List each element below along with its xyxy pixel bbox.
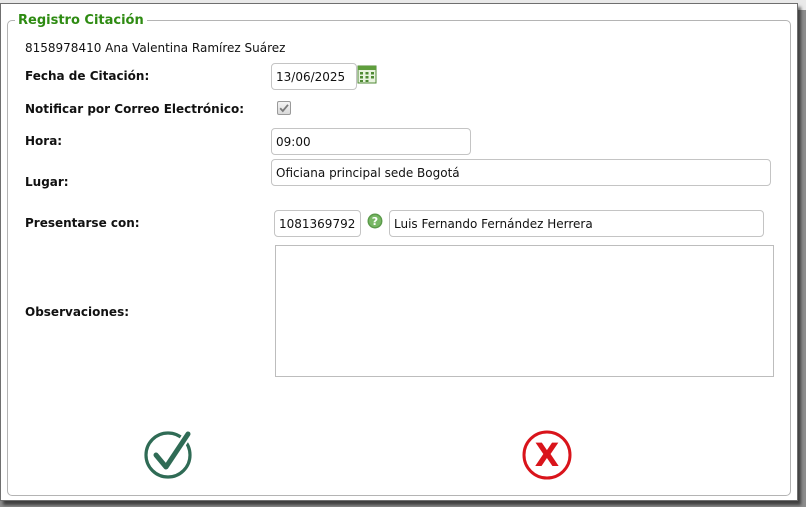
- observaciones-textarea[interactable]: [275, 245, 774, 377]
- observaciones-label: Observaciones:: [25, 305, 130, 319]
- lugar-label: Lugar:: [25, 175, 69, 189]
- svg-text:?: ?: [372, 215, 378, 228]
- cancel-button[interactable]: X: [521, 429, 573, 481]
- person-line: 8158978410 Ana Valentina Ramírez Suárez: [25, 41, 286, 55]
- registro-citacion-dialog: Registro Citación 8158978410 Ana Valenti…: [0, 3, 798, 501]
- fecha-label: Fecha de Citación:: [25, 69, 150, 83]
- notificar-label: Notificar por Correo Electrónico:: [25, 102, 244, 116]
- presentarse-name-input[interactable]: Luis Fernando Fernández Herrera: [389, 210, 764, 237]
- accept-button[interactable]: [143, 428, 195, 480]
- hora-label: Hora:: [25, 134, 63, 148]
- fecha-input[interactable]: 13/06/2025: [271, 63, 357, 90]
- calendar-icon[interactable]: [357, 65, 377, 84]
- x-circle-icon: X: [522, 430, 572, 480]
- check-circle-icon: [144, 429, 193, 479]
- help-icon[interactable]: ?: [367, 213, 383, 229]
- svg-text:X: X: [535, 436, 560, 474]
- presentarse-label: Presentarse con:: [25, 216, 140, 230]
- lugar-input[interactable]: Oficiana principal sede Bogotá: [271, 159, 771, 186]
- notificar-checkbox[interactable]: [277, 101, 291, 115]
- hora-input[interactable]: 09:00: [271, 128, 471, 155]
- presentarse-id-input[interactable]: 1081369792: [274, 210, 361, 237]
- checkmark-icon: [279, 104, 289, 113]
- dialog-legend: Registro Citación: [15, 13, 147, 29]
